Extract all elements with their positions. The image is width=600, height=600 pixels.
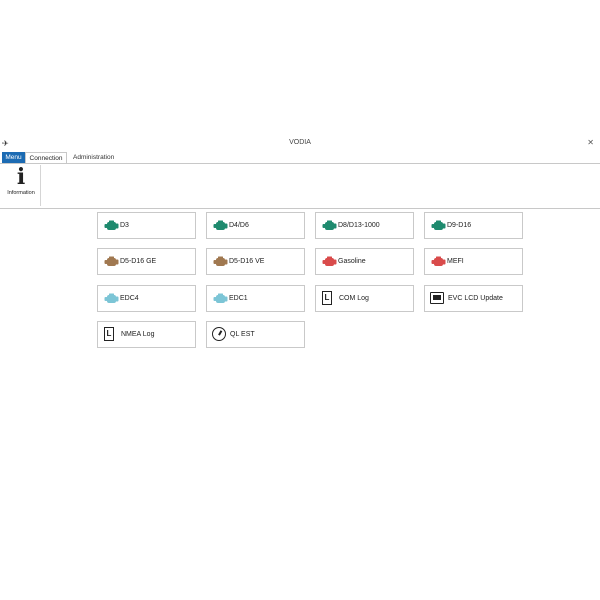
- tile-d5-d16-ve[interactable]: D5-D16 VE: [206, 248, 305, 275]
- module-grid: D3 D4/D6 D8/D13-1000 D9-D16 D5-D16 GE D5-D16 …: [0, 0, 600, 600]
- engine-icon: [322, 220, 337, 230]
- engine-icon: [104, 256, 119, 266]
- gauge-icon: [212, 327, 226, 341]
- tile-label: EDC1: [229, 295, 248, 302]
- tile-com-log[interactable]: L COM Log: [315, 285, 414, 312]
- engine-icon: [213, 293, 228, 303]
- tile-label: EVC LCD Update: [448, 295, 503, 302]
- tile-edc1[interactable]: EDC1: [206, 285, 305, 312]
- tile-d4-d6[interactable]: D4/D6: [206, 212, 305, 239]
- monitor-icon: [430, 292, 444, 304]
- engine-icon: [213, 220, 228, 230]
- tile-label: D5-D16 GE: [120, 258, 157, 265]
- tile-d3[interactable]: D3: [97, 212, 196, 239]
- tile-label: Gasoline: [338, 258, 366, 265]
- tile-label: NMEA Log: [121, 331, 155, 338]
- tile-edc4[interactable]: EDC4: [97, 285, 196, 312]
- tile-d9-d16[interactable]: D9-D16: [424, 212, 523, 239]
- engine-icon: [431, 220, 446, 230]
- engine-icon: [322, 256, 337, 266]
- tile-label: MEFI: [447, 258, 464, 265]
- tile-ql-est[interactable]: QL EST: [206, 321, 305, 348]
- tile-gasoline[interactable]: Gasoline: [315, 248, 414, 275]
- engine-icon: [104, 220, 119, 230]
- tile-nmea-log[interactable]: L NMEA Log: [97, 321, 196, 348]
- log-icon: L: [104, 327, 114, 341]
- tile-d5-d16-ge[interactable]: D5-D16 GE: [97, 248, 196, 275]
- engine-icon: [431, 256, 446, 266]
- tile-mefi[interactable]: MEFI: [424, 248, 523, 275]
- tile-label: COM Log: [339, 295, 369, 302]
- tile-label: D3: [120, 222, 129, 229]
- log-icon: L: [322, 291, 332, 305]
- engine-icon: [104, 293, 119, 303]
- tile-label: D8/D13-1000: [338, 222, 380, 229]
- tile-d8-d13-1000[interactable]: D8/D13-1000: [315, 212, 414, 239]
- tile-label: EDC4: [120, 295, 139, 302]
- tile-label: D4/D6: [229, 222, 249, 229]
- tile-evc-lcd-update[interactable]: EVC LCD Update: [424, 285, 523, 312]
- tile-label: D5-D16 VE: [229, 258, 265, 265]
- engine-icon: [213, 256, 228, 266]
- tile-label: D9-D16: [447, 222, 472, 229]
- tile-label: QL EST: [230, 331, 255, 338]
